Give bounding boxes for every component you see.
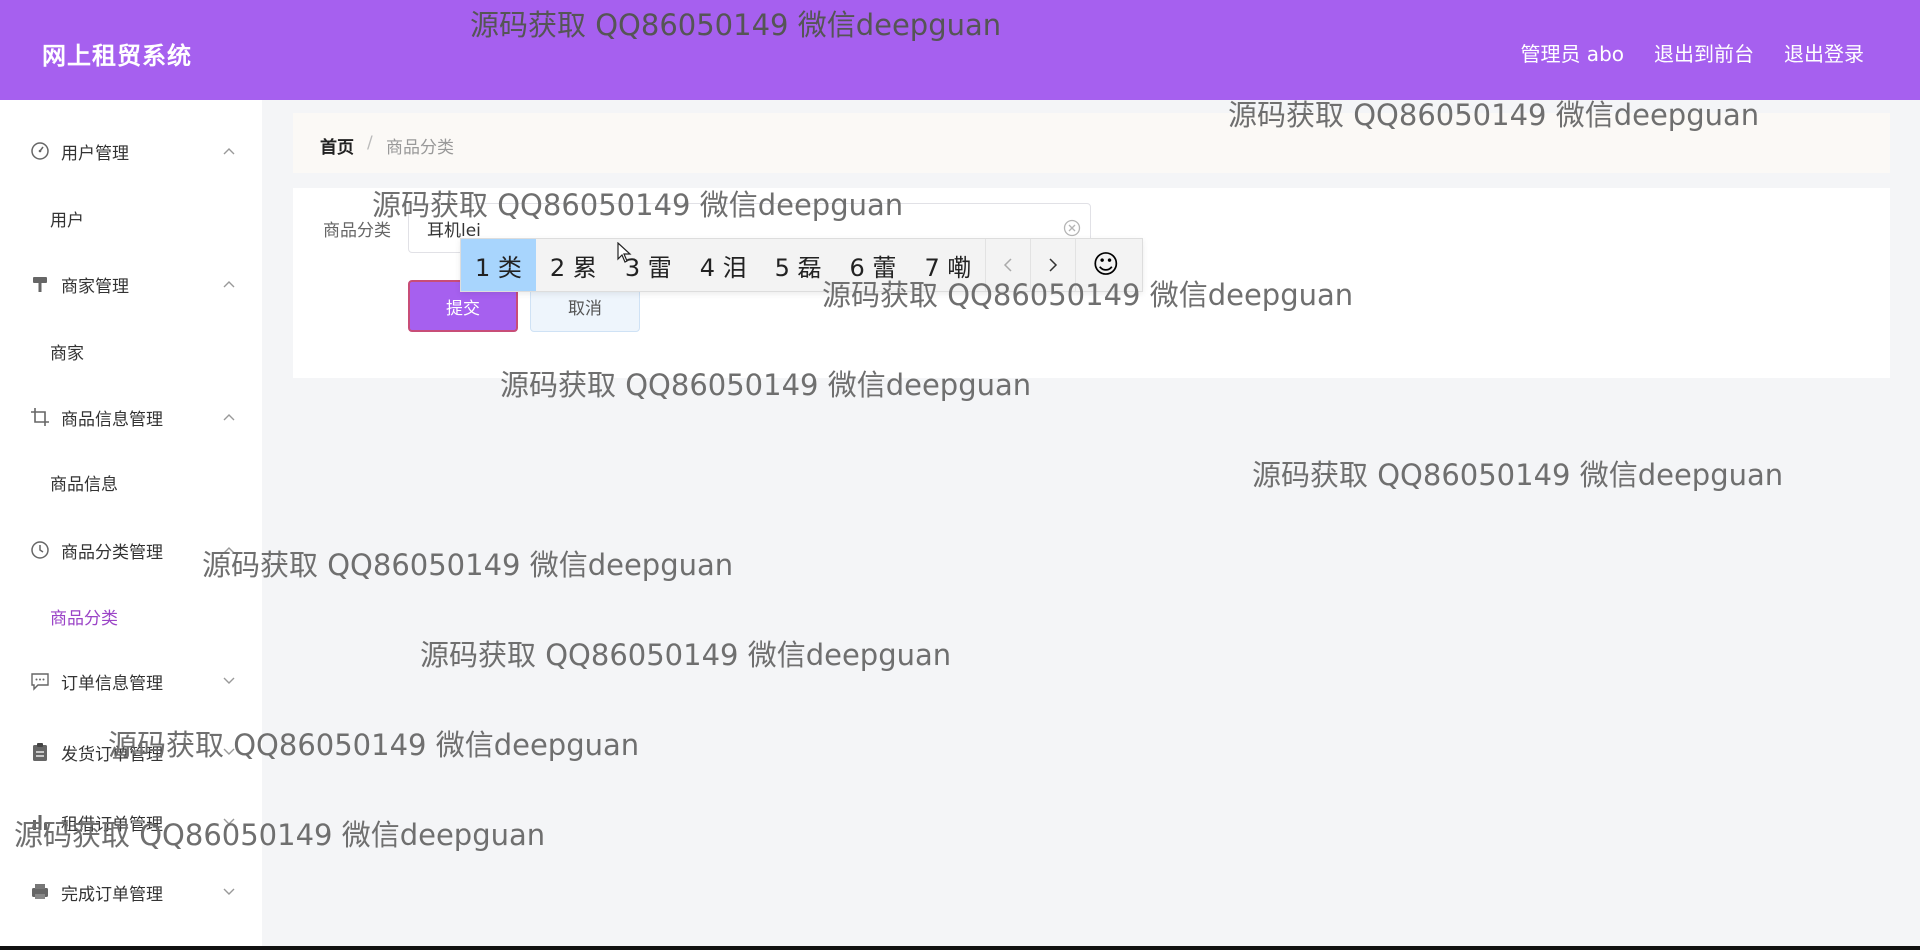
- sidebar-group-label: 商家管理: [61, 276, 129, 297]
- sidebar-item-merchants[interactable]: 商家: [50, 339, 84, 364]
- dashboard-icon: [28, 139, 52, 163]
- sidebar-group-label: 发货订单管理: [61, 744, 163, 765]
- sidebar-group-label: 完成订单管理: [61, 884, 163, 905]
- chevron-down-icon: [222, 745, 236, 759]
- ime-candidate[interactable]: 5 磊: [761, 239, 836, 291]
- breadcrumb-current: 商品分类: [386, 138, 454, 158]
- sidebar-group-label: 商品信息管理: [61, 409, 163, 430]
- category-field-label: 商品分类: [323, 221, 391, 241]
- exit-to-frontend-link[interactable]: 退出到前台: [1654, 38, 1754, 67]
- sidebar-item-product-info[interactable]: 商品信息: [50, 470, 118, 495]
- breadcrumb-home[interactable]: 首页: [320, 133, 354, 158]
- app-title: 网上租贸系统: [42, 42, 192, 70]
- sidebar-group-category-management[interactable]: 商品分类管理: [0, 525, 262, 575]
- ime-candidate[interactable]: 4 泪: [686, 239, 761, 291]
- sidebar-item-product-category[interactable]: 商品分类: [50, 604, 118, 629]
- breadcrumb: 首页 / 商品分类: [293, 113, 1890, 173]
- clock-icon: [28, 538, 52, 562]
- mouse-pointer-icon: [617, 241, 633, 264]
- sidebar-group-label: 用户管理: [61, 143, 129, 164]
- ime-prev-page-icon[interactable]: [985, 239, 1030, 291]
- ime-candidate-popup: 1 类 2 累 3 雷 4 泪 5 磊 6 蕾 7 嘞 ☺: [460, 238, 1143, 292]
- clear-icon[interactable]: [1062, 218, 1082, 238]
- sidebar-group-completed-order-management[interactable]: 完成订单管理: [0, 867, 262, 917]
- chevron-down-icon: [222, 815, 236, 829]
- sidebar-group-rental-order-management[interactable]: 租借订单管理: [0, 797, 262, 847]
- watermark: 源码获取 QQ86050149 微信deepguan: [420, 638, 952, 672]
- bar-chart-icon: [28, 810, 52, 834]
- watermark: 源码获取 QQ86050149 微信deepguan: [1252, 458, 1784, 492]
- clipboard-icon: [28, 740, 52, 764]
- chevron-down-icon: [222, 885, 236, 899]
- chevron-up-icon: [222, 277, 236, 291]
- ime-candidate[interactable]: 7 嘞: [910, 239, 985, 291]
- watermark: 源码获取 QQ86050149 微信deepguan: [202, 548, 734, 582]
- chevron-up-icon: [222, 144, 236, 158]
- sidebar-group-merchant-management[interactable]: 商家管理: [0, 259, 262, 309]
- ime-next-page-icon[interactable]: [1030, 239, 1075, 291]
- breadcrumb-separator: /: [367, 133, 373, 153]
- admin-user-link[interactable]: 管理员 abo: [1520, 38, 1624, 67]
- ime-candidate[interactable]: 1 类: [461, 239, 536, 291]
- sidebar-group-label: 租借订单管理: [61, 814, 163, 835]
- chevron-up-icon: [222, 410, 236, 424]
- bottom-edge: [0, 946, 1920, 950]
- emoji-icon[interactable]: ☺: [1075, 239, 1135, 291]
- sidebar-group-label: 商品分类管理: [61, 542, 163, 563]
- ime-candidate[interactable]: 6 蕾: [836, 239, 911, 291]
- sidebar-group-product-info-management[interactable]: 商品信息管理: [0, 392, 262, 442]
- watermark: 源码获取 QQ86050149 微信deepguan: [470, 8, 1002, 42]
- category-input[interactable]: [427, 216, 1027, 240]
- brush-icon: [28, 272, 52, 296]
- chevron-down-icon: [222, 674, 236, 688]
- crop-icon: [28, 405, 52, 429]
- chevron-up-icon: [222, 543, 236, 557]
- sidebar: 用户管理 用户 商家管理 商家 商品信息管理 商品信息 商品分类管理 商品分类 …: [0, 100, 262, 946]
- sidebar-group-label: 订单信息管理: [61, 673, 163, 694]
- sidebar-group-order-info-management[interactable]: 订单信息管理: [0, 656, 262, 706]
- top-header: 网上租贸系统 管理员 abo 退出到前台 退出登录 源码获取 QQ8605014…: [0, 0, 1920, 100]
- printer-icon: [28, 880, 52, 904]
- sidebar-item-users[interactable]: 用户: [50, 206, 84, 231]
- logout-link[interactable]: 退出登录: [1784, 38, 1864, 67]
- sidebar-group-shipping-order-management[interactable]: 发货订单管理: [0, 727, 262, 777]
- sidebar-group-user-management[interactable]: 用户管理: [0, 126, 262, 176]
- ime-candidate[interactable]: 2 累: [536, 239, 611, 291]
- chat-icon: [28, 669, 52, 693]
- header-links: 管理员 abo 退出到前台 退出登录: [1520, 38, 1864, 67]
